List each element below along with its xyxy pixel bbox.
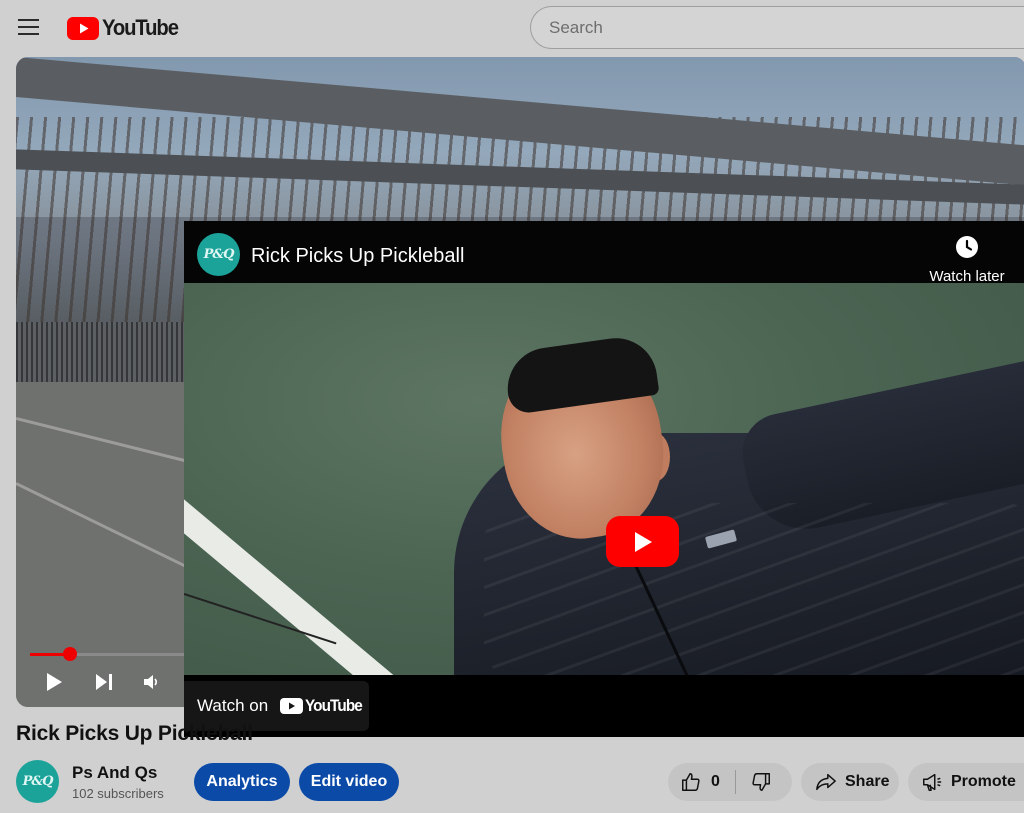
subscriber-count: 102 subscribers [72, 786, 164, 801]
avatar-monogram: P&Q [22, 774, 54, 789]
large-play-button[interactable] [606, 516, 679, 567]
like-dislike-group: 0 [668, 763, 792, 801]
embed-thumbnail[interactable] [184, 283, 1024, 675]
next-button[interactable] [92, 670, 116, 694]
thumbs-down-icon [752, 773, 770, 791]
search-input[interactable] [530, 6, 1024, 49]
skip-next-icon [96, 674, 112, 690]
progress-bar[interactable] [30, 653, 184, 656]
megaphone-icon [923, 773, 942, 791]
thumbs-up-icon [682, 773, 700, 791]
youtube-play-logo-icon [67, 16, 99, 40]
edit-video-button[interactable]: Edit video [299, 763, 399, 801]
video-title: Rick Picks Up Pickleball [16, 722, 253, 745]
avatar-monogram: P&Q [203, 247, 235, 262]
watch-on-label: Watch on [197, 696, 269, 715]
clock-icon [956, 236, 978, 258]
youtube-wordmark: YouTube [305, 696, 363, 715]
like-count: 0 [711, 773, 720, 790]
play-button[interactable] [42, 670, 66, 694]
play-icon [47, 673, 62, 691]
channel-avatar[interactable]: P&Q [16, 760, 59, 803]
scrubber-handle[interactable] [63, 647, 77, 661]
volume-button[interactable] [140, 670, 164, 694]
promote-label: Promote [951, 773, 1016, 790]
channel-name[interactable]: Ps And Qs [72, 763, 157, 783]
like-divider [735, 770, 736, 794]
play-icon [634, 531, 652, 552]
share-button[interactable]: Share [801, 763, 899, 801]
share-label: Share [845, 773, 890, 790]
share-icon [816, 773, 836, 791]
embedded-player[interactable]: P&Q Rick Picks Up Pickleball Watch later… [184, 221, 1024, 737]
thumbnail-court-line [184, 456, 455, 675]
like-button[interactable]: 0 [680, 771, 720, 793]
embed-title[interactable]: Rick Picks Up Pickleball [251, 245, 464, 268]
watch-later-button[interactable]: Watch later [917, 235, 1017, 285]
embed-channel-avatar[interactable]: P&Q [197, 233, 240, 276]
top-bar: YouTube [0, 0, 1024, 56]
analytics-button[interactable]: Analytics [194, 763, 290, 801]
promote-button[interactable]: Promote [908, 763, 1024, 801]
embed-header: P&Q Rick Picks Up Pickleball Watch later [184, 221, 1024, 285]
youtube-play-logo-icon [280, 698, 304, 714]
youtube-logo-text: YouTube [102, 15, 179, 40]
dislike-button[interactable] [750, 771, 772, 798]
youtube-logo[interactable]: YouTube [67, 15, 184, 41]
menu-icon[interactable] [18, 18, 40, 36]
volume-icon [144, 675, 158, 689]
